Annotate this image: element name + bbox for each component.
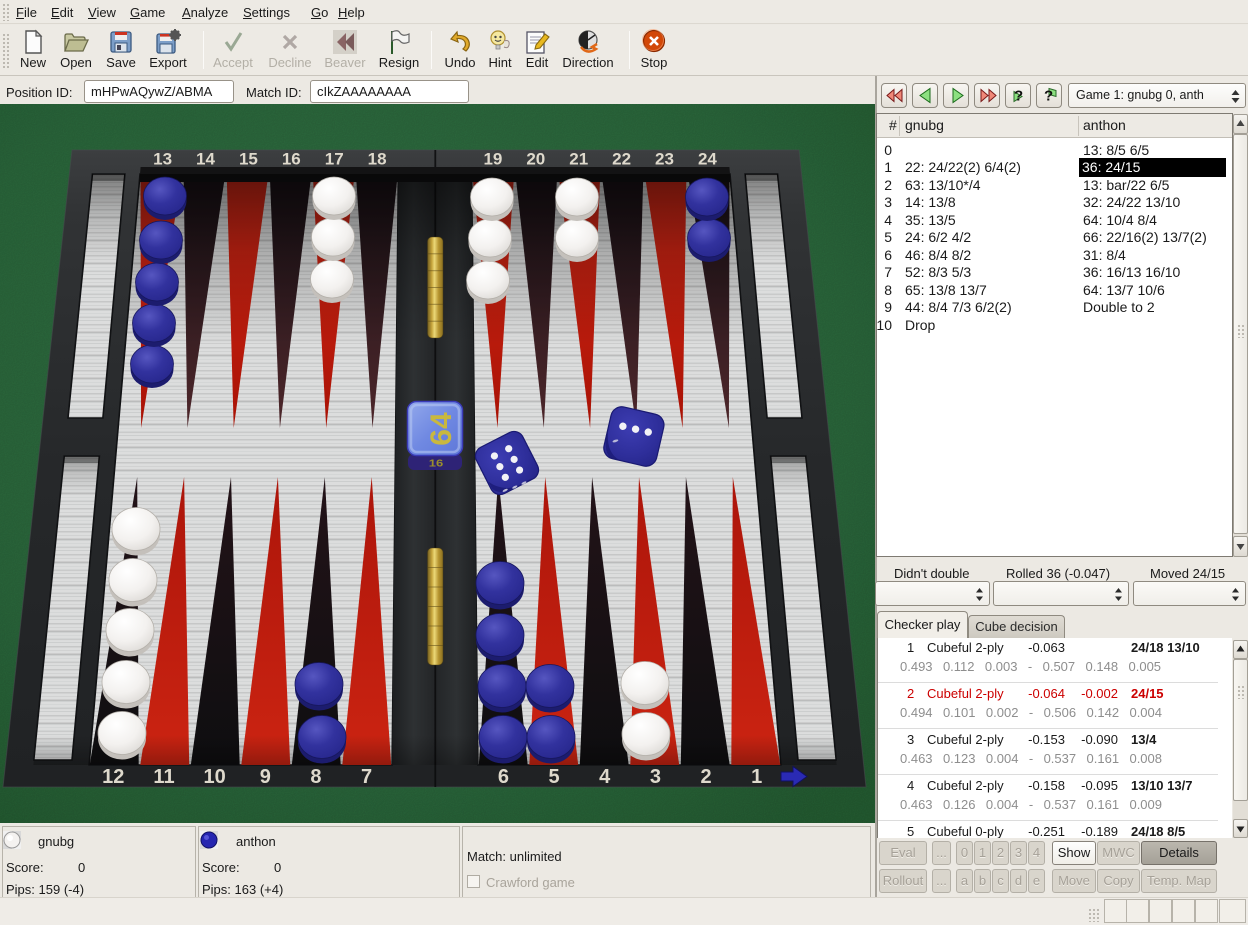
svg-text:23: 23 [655,150,674,169]
svg-text:20: 20 [526,150,545,169]
svg-text:17: 17 [325,150,344,169]
svg-text:15: 15 [239,150,258,169]
svg-text:18: 18 [368,150,387,169]
svg-text:11: 11 [153,766,174,788]
svg-text:14: 14 [196,150,215,169]
svg-text:4: 4 [599,766,611,788]
svg-text:9: 9 [260,766,271,788]
svg-text:3: 3 [650,766,661,788]
svg-text:22: 22 [612,150,631,169]
svg-text:19: 19 [483,150,502,169]
svg-text:24: 24 [698,150,717,169]
svg-text:12: 12 [102,766,124,788]
svg-text:21: 21 [569,150,588,169]
svg-text:5: 5 [549,766,560,788]
svg-text:64: 64 [425,412,458,446]
svg-text:6: 6 [498,766,509,788]
svg-text:8: 8 [310,766,321,788]
svg-text:16: 16 [282,150,301,169]
svg-text:16: 16 [429,458,444,469]
svg-text:?: ? [1014,88,1023,105]
svg-text:13: 13 [153,150,172,169]
svg-text:1: 1 [751,766,762,788]
svg-text:?: ? [1044,88,1053,105]
svg-text:10: 10 [203,766,225,788]
svg-text:7: 7 [361,766,372,788]
svg-text:2: 2 [700,766,711,788]
